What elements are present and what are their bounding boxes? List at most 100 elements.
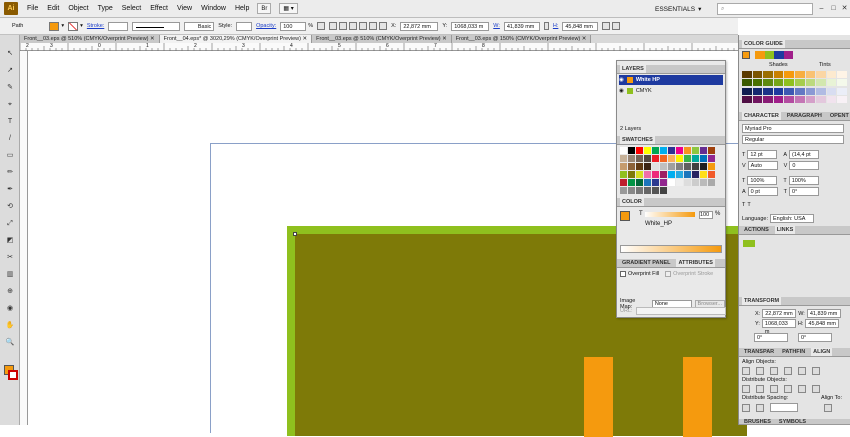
color-guide-swatch[interactable] xyxy=(816,71,826,78)
color-guide-swatch[interactable] xyxy=(752,95,763,103)
close-icon[interactable]: ✕ xyxy=(582,36,587,42)
tab-brushes[interactable]: BRUSHES xyxy=(742,418,773,426)
tab-paragraph[interactable]: PARAGRAPH xyxy=(785,112,824,120)
color-guide-swatch[interactable] xyxy=(816,95,826,103)
color-guide-swatch[interactable] xyxy=(794,79,805,87)
color-guide-swatch[interactable] xyxy=(826,71,837,78)
rotation-field[interactable]: 0° xyxy=(789,187,820,196)
tab-transform[interactable]: TRANSFORM xyxy=(742,297,782,305)
menu-help[interactable]: Help xyxy=(235,5,249,12)
tool-icon[interactable]: ✎ xyxy=(4,83,16,92)
doc-tab-active[interactable]: Front__04.eps* @ 3020,29% (CMYK/Overprin… xyxy=(159,35,313,43)
tab-swatches[interactable]: SWATCHES xyxy=(620,136,655,144)
font-size-field[interactable]: 12 pt xyxy=(747,150,778,159)
stroke-profile-field[interactable] xyxy=(132,21,181,31)
swatch[interactable] xyxy=(636,155,643,162)
color-guide-swatch[interactable] xyxy=(784,71,794,78)
url-input[interactable] xyxy=(635,307,726,315)
tab-align[interactable]: ALIGN xyxy=(811,348,833,356)
menu-file[interactable]: File xyxy=(27,5,38,12)
eye-icon[interactable]: ◉ xyxy=(619,88,624,94)
x-field[interactable]: 22,872 mm xyxy=(400,21,439,31)
color-guide-swatch[interactable] xyxy=(784,79,794,87)
link-icon[interactable] xyxy=(543,22,549,30)
stroke-weight-field[interactable] xyxy=(108,21,129,31)
layer-name[interactable]: White HP xyxy=(636,77,660,83)
color-guide-swatch[interactable] xyxy=(805,79,816,87)
spacing-field[interactable] xyxy=(770,403,798,412)
stroke-control[interactable]: ▾ xyxy=(68,21,83,31)
color-guide-swatch[interactable] xyxy=(773,87,784,95)
tab-opentype[interactable]: OPENT xyxy=(828,112,850,120)
swatch[interactable] xyxy=(620,171,627,178)
brushes-header[interactable]: BRUSHES SYMBOLS xyxy=(739,419,850,425)
distribute-top-icon[interactable] xyxy=(742,385,750,393)
color-guide-swatch[interactable] xyxy=(752,71,763,78)
maximize-button[interactable]: □ xyxy=(828,3,839,14)
swatch[interactable] xyxy=(668,147,675,154)
tab-attributes[interactable]: ATTRIBUTES xyxy=(676,259,715,267)
swatch[interactable] xyxy=(628,147,635,154)
color-guide-swatch[interactable] xyxy=(837,95,847,103)
align-bottom-icon[interactable] xyxy=(812,367,820,375)
tool-icon[interactable]: ⟲ xyxy=(4,202,16,211)
attributes-panel-header[interactable]: GRADIENT PANEL ATTRIBUTES xyxy=(617,259,725,268)
swatch[interactable] xyxy=(660,171,667,178)
vertical-scale-field[interactable]: 100% xyxy=(747,176,778,185)
swatch[interactable] xyxy=(644,147,651,154)
tab-links[interactable]: LINKS xyxy=(774,226,796,234)
orange-bar-right[interactable] xyxy=(683,357,712,437)
swatch[interactable] xyxy=(692,155,699,162)
color-guide-swatch[interactable] xyxy=(742,79,752,87)
transform-header[interactable]: TRANSFORM xyxy=(739,297,850,306)
swatches-panel-header[interactable]: SWATCHES xyxy=(617,136,725,145)
tool-icon[interactable]: ✂ xyxy=(4,253,16,262)
close-button[interactable]: ✕ xyxy=(839,3,850,14)
color-guide-swatch[interactable] xyxy=(763,87,773,95)
swatch[interactable] xyxy=(628,187,635,194)
tab-gradient[interactable]: GRADIENT PANEL xyxy=(620,259,672,267)
align-icons[interactable] xyxy=(329,22,388,30)
layer-name[interactable]: CMYK xyxy=(636,88,652,94)
checkbox-icon[interactable] xyxy=(665,271,672,277)
swatch[interactable] xyxy=(660,179,667,186)
swatch[interactable] xyxy=(692,163,699,170)
doc-tab[interactable]: Front__03.eps @ 510% (CMYK/Overprint Pre… xyxy=(20,35,160,43)
tint-slider[interactable] xyxy=(645,212,695,217)
swatch[interactable] xyxy=(692,147,699,154)
distribute-left-icon[interactable] xyxy=(784,385,792,393)
swatch[interactable] xyxy=(708,171,715,178)
minimize-button[interactable]: – xyxy=(816,3,827,14)
color-guide-swatch[interactable] xyxy=(794,95,805,103)
tool-icon[interactable]: ▥ xyxy=(4,270,16,279)
opacity-label[interactable]: Opacity: xyxy=(256,23,276,29)
swatch[interactable] xyxy=(628,155,635,162)
align-top-icon[interactable] xyxy=(784,367,792,375)
rotate-field[interactable]: 0° xyxy=(754,333,788,342)
swatch[interactable] xyxy=(636,163,643,170)
swatch[interactable] xyxy=(620,163,627,170)
character-header[interactable]: CHARACTER PARAGRAPH OPENT xyxy=(739,112,850,121)
swatch[interactable] xyxy=(700,163,707,170)
tab-transparency[interactable]: TRANSPAR xyxy=(742,348,776,356)
tracking-field[interactable]: 0 xyxy=(789,161,820,170)
distribute-right-icon[interactable] xyxy=(812,385,820,393)
recolor-icon[interactable] xyxy=(317,22,326,30)
h-field[interactable]: 45,848 mm xyxy=(562,21,599,31)
color-guide-swatch[interactable] xyxy=(763,95,773,103)
align-vcenter-icon[interactable] xyxy=(798,367,806,375)
color-guide-swatch[interactable] xyxy=(826,87,837,95)
color-guide-swatch[interactable] xyxy=(742,95,752,103)
swatch[interactable] xyxy=(660,147,667,154)
graphic-style-field[interactable] xyxy=(236,21,253,31)
color-guide-swatch[interactable] xyxy=(794,87,805,95)
font-style-select[interactable]: Regular xyxy=(742,135,844,144)
swatch[interactable] xyxy=(636,171,643,178)
swatch[interactable] xyxy=(652,163,659,170)
links-header[interactable]: ACTIONS LINKS xyxy=(739,226,850,235)
orange-bar-left[interactable] xyxy=(584,357,613,437)
stroke-swatch[interactable] xyxy=(68,21,79,31)
menu-view[interactable]: View xyxy=(177,5,192,12)
swatch[interactable] xyxy=(684,155,691,162)
shear-field[interactable]: 0° xyxy=(798,333,832,342)
